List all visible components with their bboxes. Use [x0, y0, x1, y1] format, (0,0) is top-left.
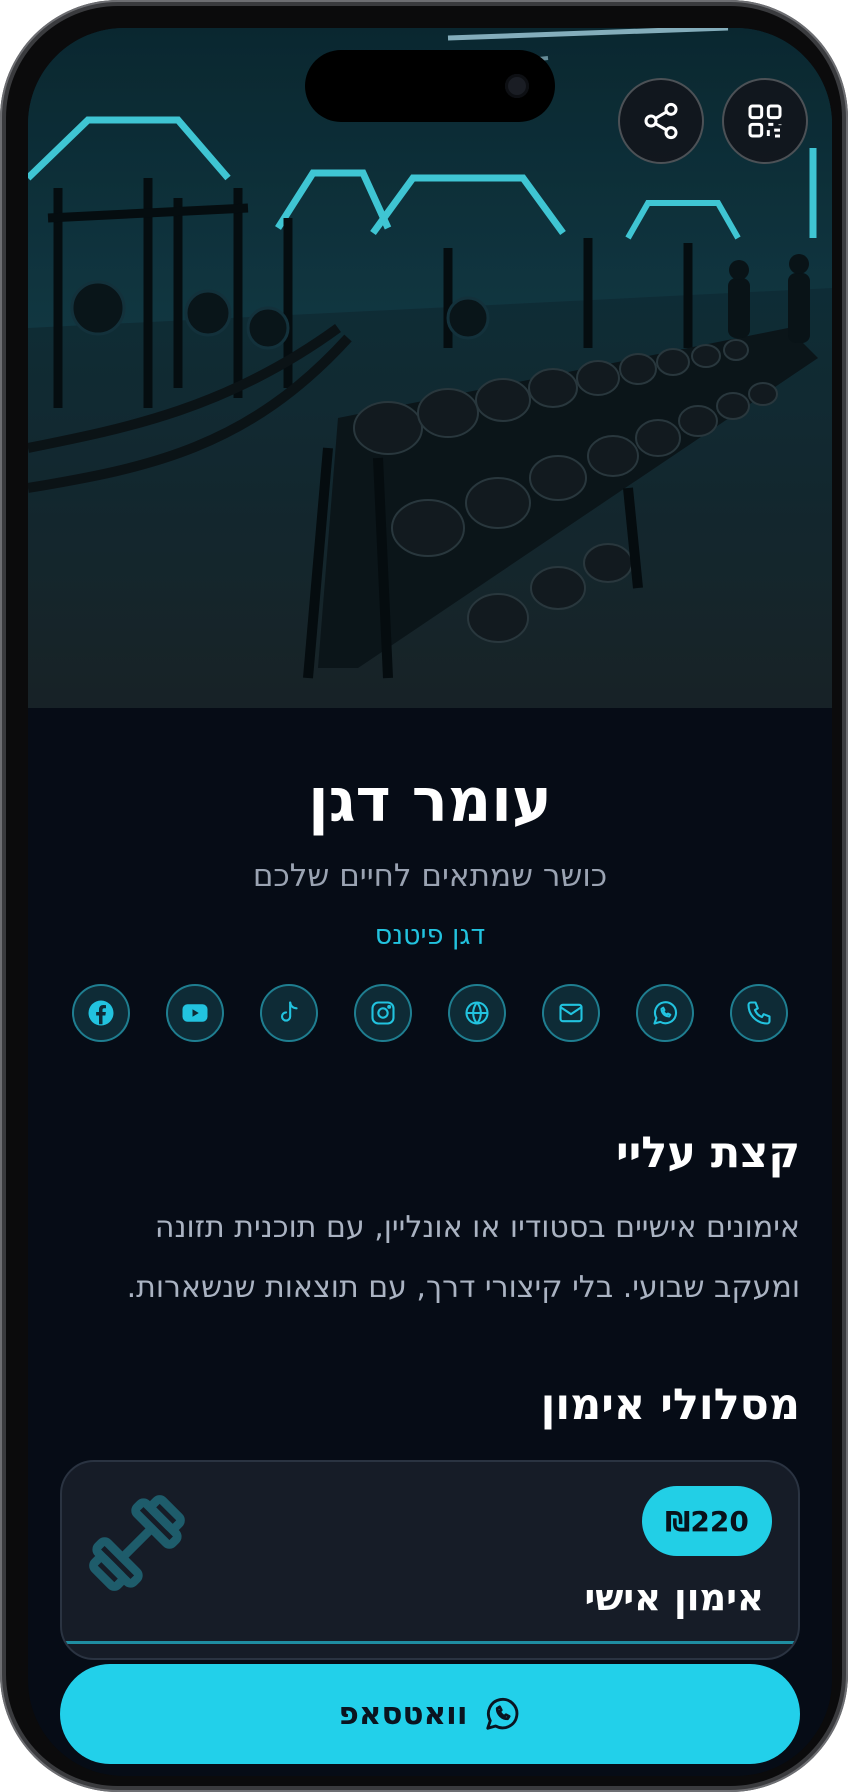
plan-card[interactable]: ₪220 אימון אישי: [60, 1460, 800, 1660]
facebook-button[interactable]: [72, 984, 130, 1042]
gym-illustration: [28, 28, 832, 708]
whatsapp-cta-button[interactable]: וואטסאפ: [60, 1664, 800, 1764]
instagram-icon: [371, 1001, 395, 1025]
screen: עומר דגן כושר שמתאים לחיים שלכם דגן פיטנ…: [28, 28, 832, 1776]
mail-button[interactable]: [542, 984, 600, 1042]
phone-bezel: עומר דגן כושר שמתאים לחיים שלכם דגן פיטנ…: [6, 6, 842, 1786]
globe-icon: [465, 1001, 489, 1025]
website-button[interactable]: [448, 984, 506, 1042]
plan-price-badge: ₪220: [642, 1486, 772, 1556]
whatsapp-icon: [486, 1697, 519, 1730]
tiktok-button[interactable]: [260, 984, 318, 1042]
camera-icon: [505, 74, 529, 98]
dynamic-island: [305, 50, 555, 122]
whatsapp-button[interactable]: [636, 984, 694, 1042]
phone-frame: עומר דגן כושר שמתאים לחיים שלכם דגן פיטנ…: [0, 0, 848, 1792]
phone-button[interactable]: [730, 984, 788, 1042]
share-icon: [644, 102, 678, 140]
about-text: אימונים אישיים בסטודיו או אונליין, עם תו…: [126, 1210, 800, 1305]
instagram-button[interactable]: [354, 984, 412, 1042]
tiktok-icon: [280, 1001, 298, 1022]
social-links: [72, 984, 788, 1046]
share-button[interactable]: [618, 78, 704, 164]
mail-icon: [559, 1003, 583, 1023]
cta-label: וואטסאפ: [338, 1696, 468, 1732]
youtube-button[interactable]: [166, 984, 224, 1042]
plans-title: מסלולי אימון: [540, 1380, 800, 1430]
whatsapp-icon: [653, 1001, 678, 1025]
card-divider: [62, 1641, 798, 1644]
hero-image: [28, 28, 832, 708]
profile-tagline: כושר שמתאים לחיים שלכם: [252, 858, 608, 894]
qr-code-button[interactable]: [722, 78, 808, 164]
phone-icon: [747, 1001, 771, 1025]
facebook-icon: [88, 1000, 114, 1026]
qr-code-icon: [748, 104, 782, 138]
youtube-icon: [182, 1004, 208, 1022]
business-name[interactable]: דגן פיטנס: [28, 920, 832, 951]
about-title: קצת עליי: [615, 1128, 800, 1178]
profile-name: עומר דגן: [308, 766, 552, 836]
dumbbell-icon: [89, 1495, 185, 1591]
plan-name: אימון אישי: [584, 1576, 764, 1619]
